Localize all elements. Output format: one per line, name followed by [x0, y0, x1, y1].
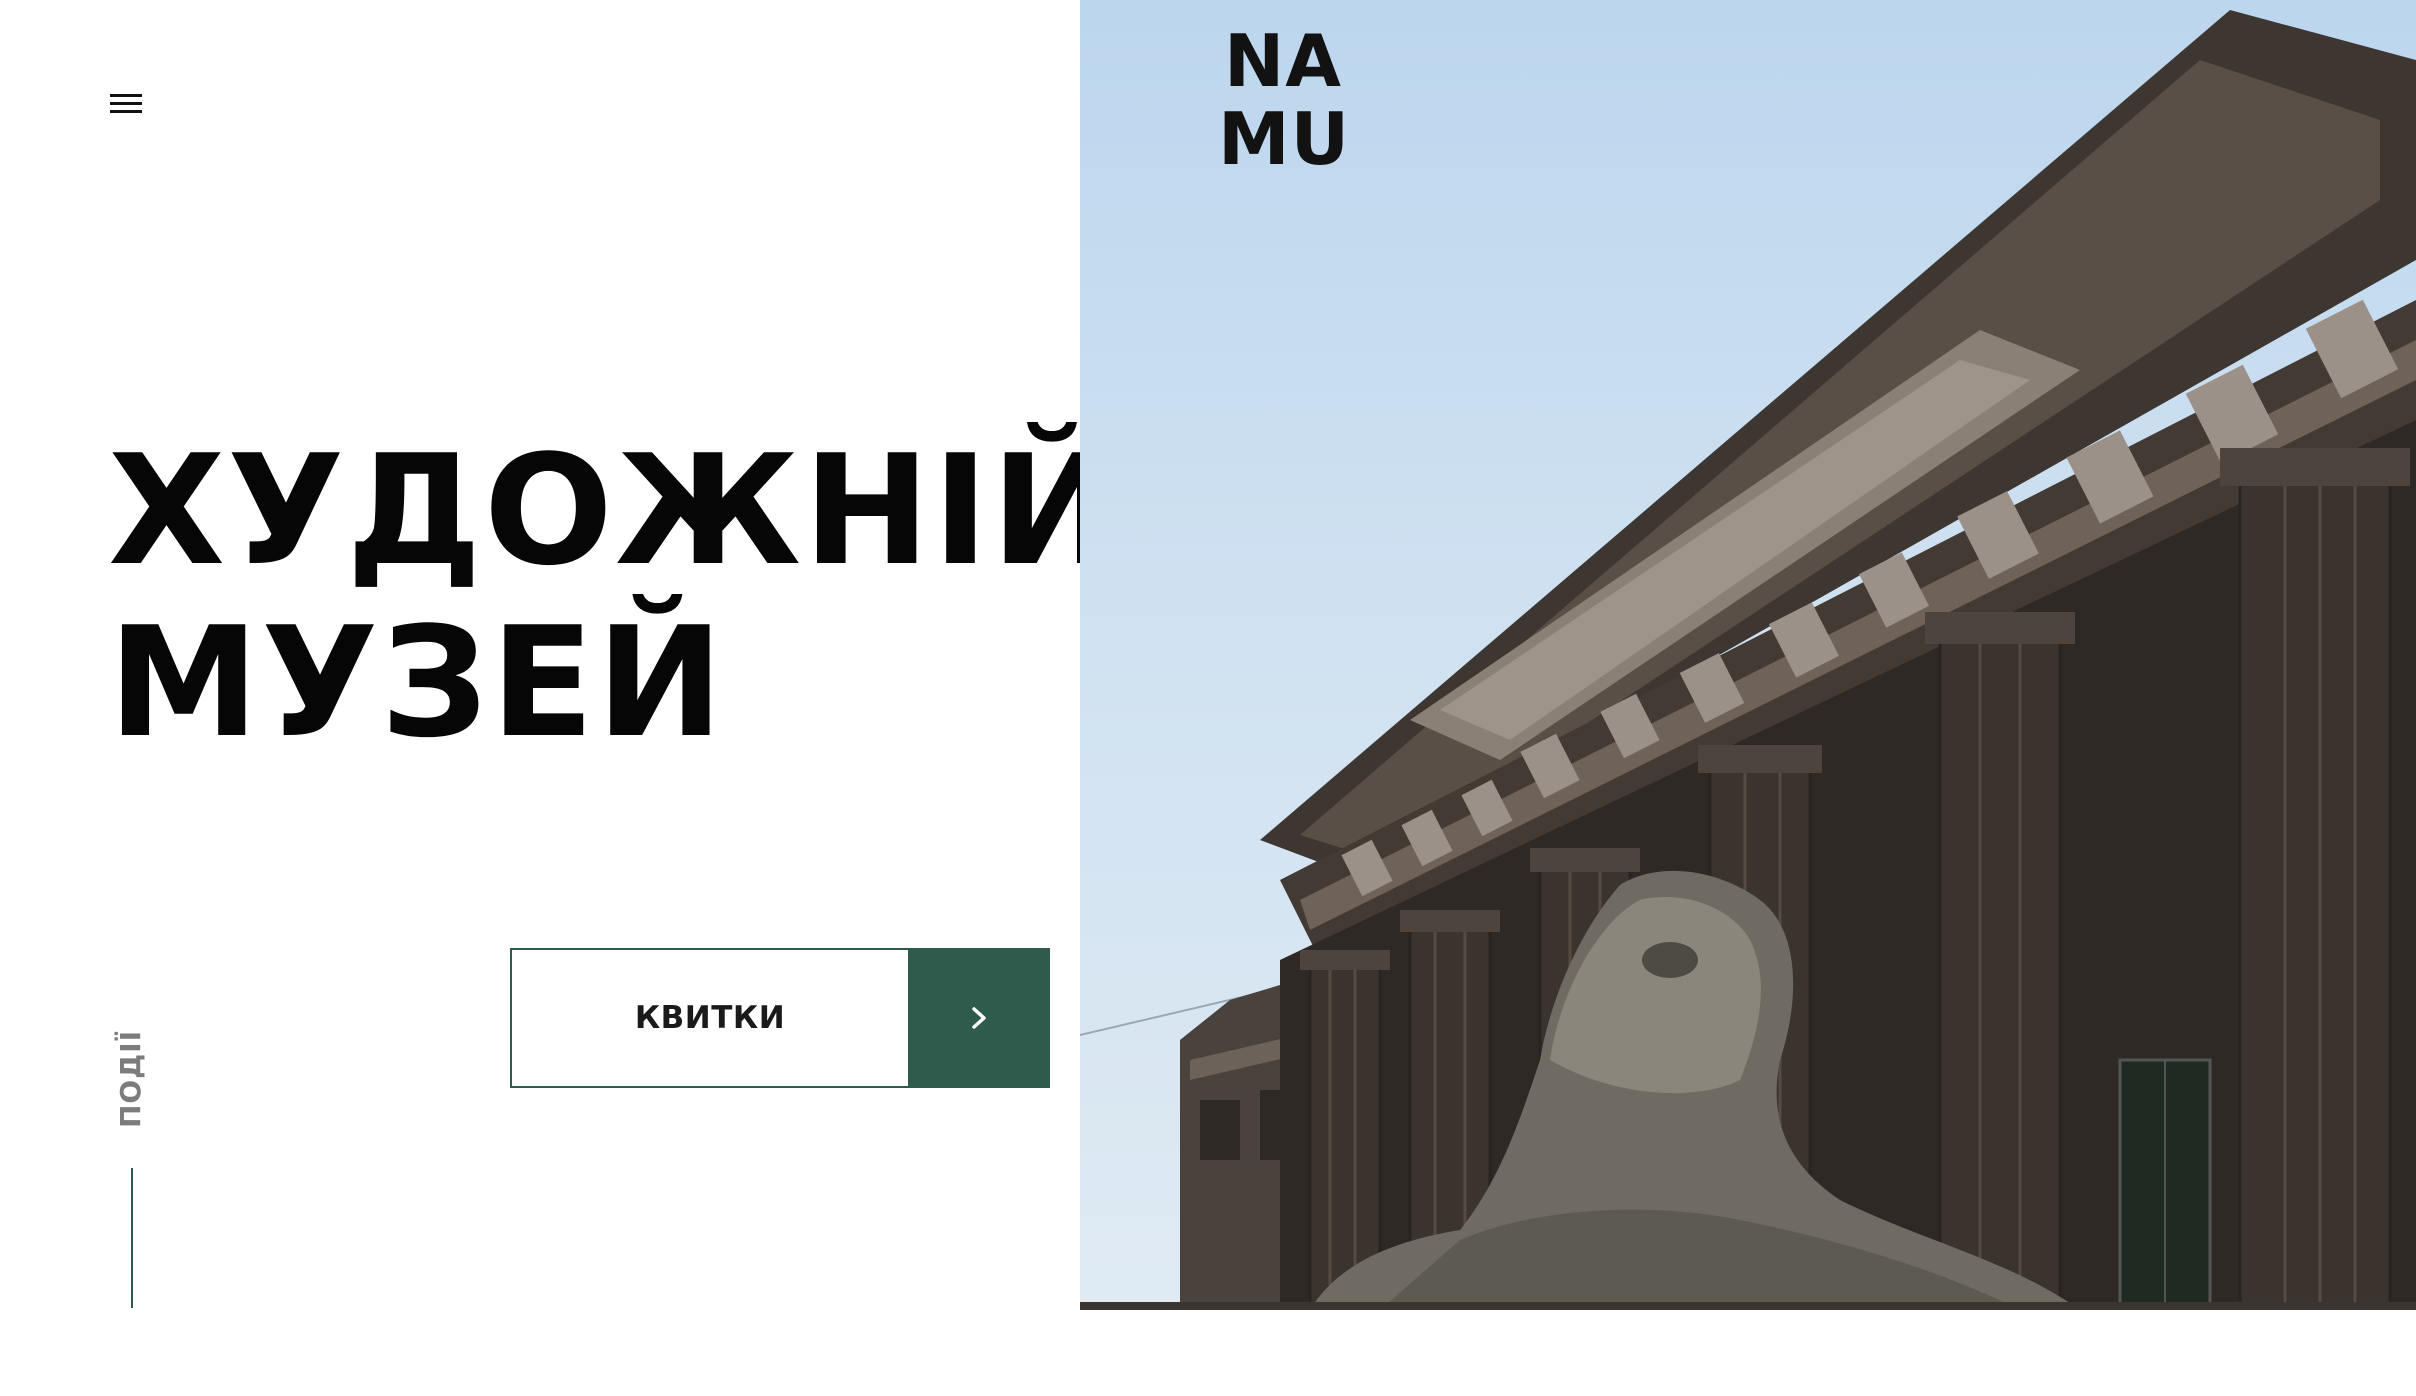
- page: ХУДОЖНІЙ МУЗЕЙ ПОДІЇ КВИТКИ NA MU: [0, 0, 2416, 1396]
- tickets-arrow-box: [908, 948, 1050, 1088]
- hero-image: [1080, 0, 2416, 1310]
- logo-line-2: MU: [1218, 97, 1351, 181]
- events-link[interactable]: ПОДІЇ: [114, 1030, 147, 1128]
- chevron-right-icon: [972, 1007, 986, 1029]
- menu-bar: [110, 110, 142, 113]
- tickets-button[interactable]: КВИТКИ: [510, 948, 1050, 1088]
- menu-bar: [110, 102, 142, 105]
- tickets-label: КВИТКИ: [634, 1000, 786, 1036]
- site-logo[interactable]: NA MU: [1218, 19, 1351, 181]
- hero-title-line-1: ХУДОЖНІЙ: [108, 422, 1121, 599]
- hero-title: ХУДОЖНІЙ МУЗЕЙ: [108, 425, 1120, 769]
- tickets-label-box: КВИТКИ: [510, 948, 908, 1088]
- logo-line-1: NA: [1224, 19, 1342, 103]
- hero-title-line-2: МУЗЕЙ: [108, 594, 726, 771]
- menu-bar: [110, 94, 142, 97]
- hamburger-menu-icon[interactable]: [104, 86, 148, 122]
- museum-building-illustration: [1080, 10, 2416, 1310]
- events-divider-line: [131, 1168, 133, 1308]
